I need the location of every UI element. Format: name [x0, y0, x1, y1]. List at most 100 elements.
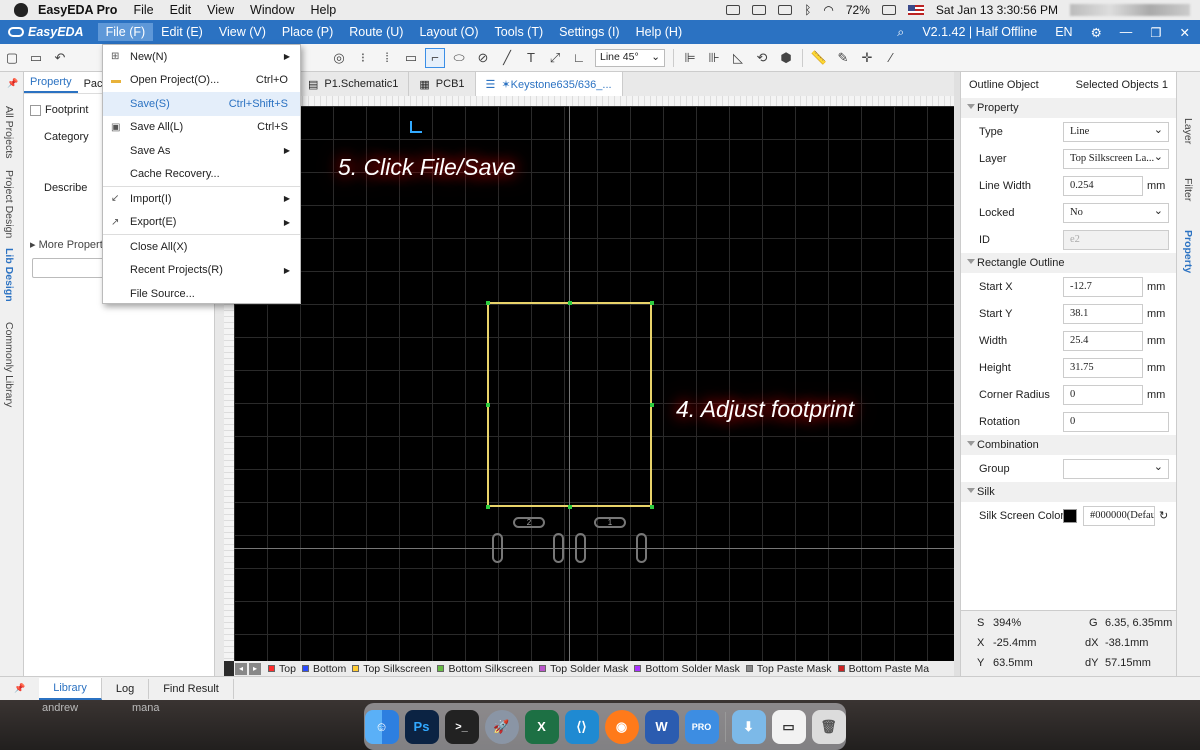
outline-handle[interactable] — [568, 505, 572, 509]
3d-icon[interactable]: ⬢ — [776, 48, 796, 68]
align-icon[interactable]: ⊫ — [680, 48, 700, 68]
easyeda-pro-icon[interactable]: PRO — [684, 709, 719, 744]
distribute-icon[interactable]: ⊪ — [704, 48, 724, 68]
menu-item-new[interactable]: ⊞ New(N) ▶ — [103, 45, 300, 69]
locked-select[interactable]: No — [1063, 202, 1169, 223]
excel-icon[interactable]: X — [524, 709, 559, 744]
section-property[interactable]: Property — [961, 98, 1176, 118]
layer-bottom-solder-mask[interactable]: Bottom Solder Mask — [634, 663, 740, 675]
menu-route[interactable]: Route (U) — [341, 23, 411, 41]
width-input[interactable]: 25.4 — [1063, 330, 1143, 351]
pad[interactable]: 1 — [594, 517, 626, 528]
pcb-canvas[interactable]: 2 1 5. Click File/Save 4. Adjust footpri… — [234, 106, 954, 661]
pin-icon[interactable]: 📌 — [0, 683, 39, 694]
color-swatch[interactable] — [1063, 508, 1077, 523]
arrow-left-icon[interactable]: ◂ — [235, 662, 247, 675]
start-y-input[interactable]: 38.1 — [1063, 303, 1143, 324]
undo-icon[interactable]: ↶ — [50, 48, 70, 68]
target-icon[interactable]: ◎ — [329, 48, 349, 68]
mirror-icon[interactable]: ◺ — [728, 48, 748, 68]
text-icon[interactable]: T — [521, 48, 541, 68]
more-properties-toggle[interactable]: ▸ More Properti — [30, 238, 105, 251]
menu-tools[interactable]: Tools (T) — [487, 23, 552, 41]
tab-property[interactable]: Property — [24, 73, 78, 93]
pad[interactable] — [636, 533, 647, 563]
wand-icon[interactable]: ⁄ — [881, 48, 901, 68]
layer-bottom[interactable]: Bottom — [301, 663, 346, 675]
tab-footprint[interactable]: ☰ ✶Keystone635/636_... — [475, 72, 623, 96]
no-entry-icon[interactable]: ⊘ — [473, 48, 493, 68]
photoshop-icon[interactable]: Ps — [404, 709, 439, 744]
tab-library[interactable]: Library — [39, 677, 102, 700]
firefox-icon[interactable]: ◉ — [604, 709, 639, 744]
language-label[interactable]: EN — [1055, 25, 1072, 39]
ellipse-icon[interactable]: ⬭ — [449, 48, 469, 68]
layer-top-paste-mask[interactable]: Top Paste Mask — [745, 663, 832, 675]
apple-icon[interactable] — [14, 3, 28, 17]
menu-item-close-all[interactable]: Close All(X) — [103, 235, 300, 259]
clock[interactable]: Sat Jan 13 3:30:56 PM — [936, 3, 1058, 17]
outline-handle[interactable] — [486, 301, 490, 305]
tab-lib-design[interactable]: Lib Design — [3, 248, 15, 302]
type-select[interactable]: Line — [1063, 121, 1169, 142]
outline-handle[interactable] — [486, 505, 490, 509]
section-combination[interactable]: Combination — [961, 435, 1176, 455]
search-icon[interactable]: ⌕ — [897, 25, 904, 40]
tab-property-right[interactable]: Property — [1182, 230, 1194, 273]
start-x-input[interactable]: -12.7 — [1063, 276, 1143, 297]
finder-icon[interactable]: ☺ — [364, 709, 399, 744]
menu-settings[interactable]: Settings (I) — [551, 23, 627, 41]
dimension-icon[interactable]: ⤢ — [545, 48, 565, 68]
menu-view[interactable]: View (V) — [211, 23, 274, 41]
battery-icon[interactable] — [881, 5, 896, 15]
version-label[interactable]: V2.1.42 | Half Offline — [922, 25, 1037, 39]
downloads-icon[interactable]: ⬇ — [731, 709, 766, 744]
outline-handle[interactable] — [650, 505, 654, 509]
arrow-right-icon[interactable]: ▸ — [249, 662, 261, 675]
preview-icon[interactable]: ▭ — [771, 709, 806, 744]
bluetooth-icon[interactable]: ᛒ — [804, 3, 811, 17]
layer-bottom-silkscreen[interactable]: Bottom Silkscreen — [437, 663, 533, 675]
slot-icon[interactable]: ▭ — [401, 48, 421, 68]
refresh-icon[interactable]: ↻ — [1159, 509, 1168, 522]
menu-layout[interactable]: Layout (O) — [411, 23, 486, 41]
wifi-icon[interactable]: ◠ — [823, 3, 833, 17]
outline-handle[interactable] — [568, 301, 572, 305]
corner-radius-input[interactable]: 0 — [1063, 384, 1143, 405]
line-width-input[interactable]: 0.254 — [1063, 175, 1143, 196]
pad[interactable] — [553, 533, 564, 563]
section-silk[interactable]: Silk — [961, 482, 1176, 502]
menu-item-save[interactable]: Save(S) Ctrl+Shift+S — [103, 92, 300, 116]
crosshair-icon[interactable]: ✛ — [857, 48, 877, 68]
menu-edit[interactable]: Edit (E) — [153, 23, 211, 41]
menu-help[interactable]: Help (H) — [628, 23, 691, 41]
menu-item-save-as[interactable]: Save As ▶ — [103, 139, 300, 163]
layer-top-solder-mask[interactable]: Top Solder Mask — [539, 663, 628, 675]
menu-file[interactable]: File (F) — [97, 23, 154, 41]
mac-menu-file[interactable]: File — [133, 3, 153, 17]
us-flag-icon[interactable] — [907, 5, 924, 15]
launchpad-icon[interactable]: 🚀 — [484, 709, 519, 744]
trash-icon[interactable]: 🗑 — [811, 709, 846, 744]
minimize-icon[interactable]: — — [1120, 25, 1133, 39]
menu-item-import[interactable]: ↙ Import(I) ▶ — [103, 187, 300, 211]
outline-handle[interactable] — [650, 403, 654, 407]
rotation-input[interactable]: 0 — [1063, 411, 1169, 432]
close-icon[interactable]: ✕ — [1180, 25, 1190, 40]
menu-item-recent-projects[interactable]: Recent Projects(R) ▶ — [103, 259, 300, 283]
tab-layer[interactable]: Layer — [1182, 118, 1194, 144]
section-rectangle-outline[interactable]: Rectangle Outline — [961, 253, 1176, 273]
silk-color-input[interactable]: #000000(Defau — [1083, 505, 1155, 526]
rotate-icon[interactable]: ⟲ — [752, 48, 772, 68]
menu-item-cache-recovery[interactable]: Cache Recovery... — [103, 163, 300, 187]
folder-icon[interactable]: ▭ — [26, 48, 46, 68]
footprint-outline-rect[interactable] — [487, 302, 652, 507]
gear-icon[interactable]: ⚙ — [1091, 25, 1102, 40]
mac-app-name[interactable]: EasyEDA Pro — [38, 3, 117, 17]
mac-menu-view[interactable]: View — [207, 3, 234, 17]
terminal-icon[interactable]: >_ — [444, 709, 479, 744]
menu-item-open-project[interactable]: ▬ Open Project(O)... Ctrl+O — [103, 69, 300, 93]
pad[interactable] — [575, 533, 586, 563]
tab-find-result[interactable]: Find Result — [149, 678, 234, 699]
menu-item-save-all[interactable]: ▣ Save All(L) Ctrl+S — [103, 116, 300, 140]
